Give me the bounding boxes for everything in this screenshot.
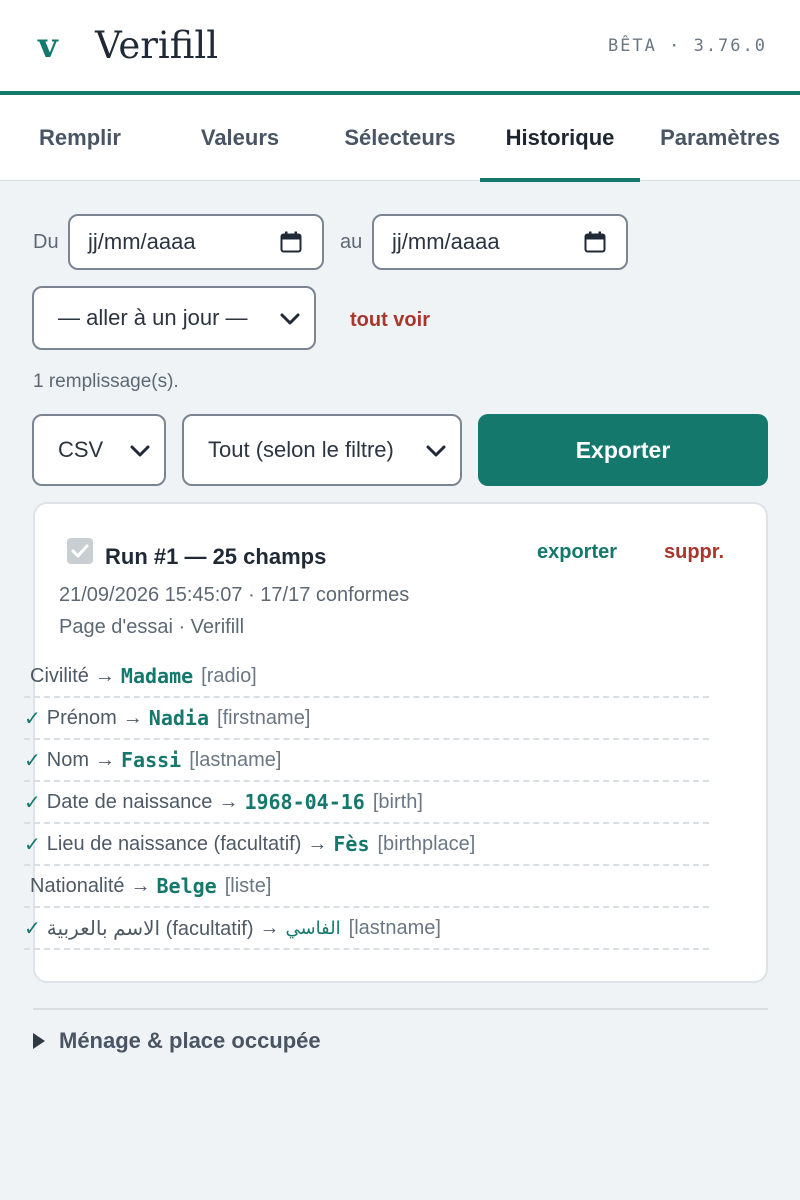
- see-all-link[interactable]: tout voir: [350, 309, 430, 332]
- field-value: Belge: [156, 874, 217, 898]
- tab-historique[interactable]: Historique: [480, 95, 640, 182]
- field-tag: [birthplace]: [377, 832, 476, 855]
- field-label: Date de naissance: [46, 790, 213, 813]
- field-label: Prénom: [46, 706, 117, 729]
- field-value: Fassi: [121, 748, 182, 772]
- field-tag: [radio]: [201, 664, 257, 687]
- run-export-link[interactable]: exporter: [537, 541, 617, 564]
- arrow-icon: →: [259, 916, 280, 939]
- export-format-select[interactable]: CSV: [32, 414, 166, 486]
- field-tag: [birth]: [372, 790, 423, 813]
- check-icon: ✓: [24, 833, 41, 856]
- tab-valeurs[interactable]: Valeurs: [160, 95, 320, 181]
- field-value: الفاسي: [285, 917, 341, 939]
- export-scope-select[interactable]: Tout (selon le filtre): [182, 414, 462, 486]
- calendar-icon[interactable]: [280, 231, 302, 253]
- field-tag: [liste]: [224, 874, 272, 897]
- details-summary-label: Ménage & place occupée: [59, 1028, 321, 1053]
- to-date-input[interactable]: jj/mm/aaaa: [372, 214, 628, 270]
- field-label: Civilité: [30, 664, 89, 687]
- export-format-value: CSV: [58, 437, 104, 462]
- household-details-toggle[interactable]: Ménage & place occupée: [33, 1028, 321, 1054]
- field-tag: [lastname]: [348, 916, 441, 939]
- logo: v: [38, 26, 58, 66]
- arrow-icon: →: [95, 748, 115, 771]
- field-tag: [lastname]: [189, 748, 282, 771]
- field-label: Lieu de naissance (facultatif): [46, 832, 302, 855]
- version-label: BÊTA · 3.76.0: [607, 36, 767, 56]
- check-icon: ✓: [24, 917, 41, 940]
- field-row: Nationalité → Belge [liste]: [24, 866, 709, 908]
- jump-to-day-value: — aller à un jour —: [58, 305, 248, 330]
- tab-selecteurs[interactable]: Sélecteurs: [320, 95, 480, 181]
- field-tag: [firstname]: [217, 706, 311, 729]
- field-value: Nadia: [148, 706, 210, 730]
- tab-parametres[interactable]: Paramètres: [640, 95, 800, 181]
- field-value: Madame: [120, 664, 194, 688]
- check-icon: ✓: [24, 791, 41, 814]
- chevron-down-icon: [280, 313, 300, 325]
- app-title: Verifill: [95, 24, 219, 67]
- arrow-icon: →: [307, 832, 328, 855]
- arrow-icon: →: [94, 664, 115, 687]
- run-datetime-status: 21/09/2026 15:45:07 · 17/17 conformes: [59, 584, 410, 606]
- disclosure-triangle-icon: [33, 1033, 45, 1049]
- field-row: ✓ Prénom → Nadia [firstname]: [24, 698, 709, 740]
- to-label: au: [340, 231, 363, 253]
- chevron-down-icon: [130, 445, 150, 457]
- field-label: الاسم بالعربية (facultatif): [46, 917, 254, 940]
- run-title: Run #1 — 25 champs: [105, 544, 327, 569]
- export-scope-value: Tout (selon le filtre): [208, 437, 394, 462]
- arrow-icon: →: [122, 706, 143, 729]
- from-date-input[interactable]: jj/mm/aaaa: [68, 214, 324, 270]
- arrow-icon: →: [218, 790, 239, 813]
- field-value: Fès: [333, 832, 370, 856]
- field-row: ✓ Lieu de naissance (facultatif) → Fès […: [24, 824, 709, 866]
- run-page-name: Page d'essai · Verifill: [59, 616, 245, 638]
- export-button[interactable]: Exporter: [478, 414, 768, 486]
- from-date-placeholder: jj/mm/aaaa: [88, 229, 196, 254]
- tab-bar: Remplir Valeurs Sélecteurs Historique Pa…: [0, 95, 800, 182]
- field-label: Nationalité: [30, 874, 125, 897]
- section-divider: [33, 1008, 768, 1010]
- field-row: ✓ Date de naissance → 1968-04-16 [birth]: [24, 782, 709, 824]
- calendar-icon[interactable]: [584, 231, 606, 253]
- field-label: Nom: [46, 748, 89, 771]
- check-icon: ✓: [24, 707, 41, 730]
- field-value: 1968-04-16: [244, 790, 365, 814]
- field-list: Civilité → Madame [radio] ✓ Prénom → Nad…: [24, 656, 709, 950]
- from-label: Du: [33, 231, 59, 253]
- run-delete-link[interactable]: suppr.: [664, 541, 724, 564]
- field-row: Civilité → Madame [radio]: [24, 656, 709, 698]
- check-icon: ✓: [24, 749, 41, 772]
- field-row: ✓ Nom → Fassi [lastname]: [24, 740, 709, 782]
- tab-remplir[interactable]: Remplir: [0, 95, 160, 181]
- run-checkbox[interactable]: [67, 538, 93, 564]
- field-row: ✓ الاسم بالعربية (facultatif) → الفاسي […: [24, 908, 709, 950]
- chevron-down-icon: [426, 445, 446, 457]
- checkmark-icon: [71, 544, 89, 558]
- arrow-icon: →: [130, 874, 151, 897]
- to-date-placeholder: jj/mm/aaaa: [392, 229, 500, 254]
- app-header: v Verifill BÊTA · 3.76.0: [0, 0, 800, 95]
- jump-to-day-select[interactable]: — aller à un jour —: [32, 286, 316, 350]
- fill-count: 1 remplissage(s).: [33, 371, 179, 392]
